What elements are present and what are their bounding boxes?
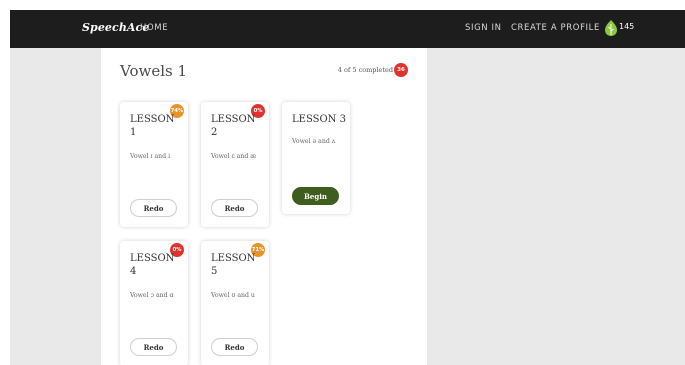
redo-button[interactable]: Redo <box>211 338 258 356</box>
lesson-description: Vowel ɪ and i <box>130 153 171 160</box>
nav-home-link[interactable]: HOME <box>140 23 168 33</box>
lesson-description: Vowel ɔ and ɑ <box>130 292 174 299</box>
nav-create-profile-link[interactable]: CREATE A PROFILE <box>511 23 600 33</box>
nav-sign-in-link[interactable]: SIGN IN <box>465 23 502 33</box>
app-frame: SpeechAce HOME SIGN IN CREATE A PROFILE … <box>10 10 685 365</box>
progress-badge: 36 <box>394 63 408 77</box>
top-nav-bar: SpeechAce HOME SIGN IN CREATE A PROFILE … <box>10 10 685 48</box>
redo-button[interactable]: Redo <box>130 199 177 217</box>
section-title: Vowels 1 <box>120 62 188 80</box>
lesson-title: LESSON 5 <box>211 253 256 277</box>
lesson-title: LESSON 1 <box>130 114 175 138</box>
lesson-title: LESSON 2 <box>211 114 256 138</box>
lesson-title: LESSON 4 <box>130 253 175 277</box>
lesson-title: LESSON 3 <box>292 114 346 125</box>
lesson-card-3[interactable]: LESSON 3 Vowel ə and ʌ Begin <box>282 102 350 214</box>
redo-button[interactable]: Redo <box>211 199 258 217</box>
begin-button[interactable]: Begin <box>292 187 339 205</box>
redo-button[interactable]: Redo <box>130 338 177 356</box>
lesson-card-4[interactable]: 0% LESSON 4 Vowel ɔ and ɑ Redo <box>120 241 188 365</box>
lesson-card-5[interactable]: 71% LESSON 5 Vowel ʊ and u Redo <box>201 241 269 365</box>
points-count: 145 <box>619 22 635 31</box>
lesson-panel: Vowels 1 4 of 5 completed 36 74% LESSON … <box>101 48 427 365</box>
lesson-card-1[interactable]: 74% LESSON 1 Vowel ɪ and i Redo <box>120 102 188 227</box>
leaf-icon <box>604 20 618 37</box>
lesson-description: Vowel ʊ and u <box>211 292 255 299</box>
lesson-card-2[interactable]: 0% LESSON 2 Vowel ɛ and æ Redo <box>201 102 269 227</box>
points-display: 145 <box>604 20 634 37</box>
lesson-description: Vowel ɛ and æ <box>211 153 257 160</box>
lesson-description: Vowel ə and ʌ <box>292 138 336 145</box>
progress-text: 4 of 5 completed <box>337 66 393 74</box>
